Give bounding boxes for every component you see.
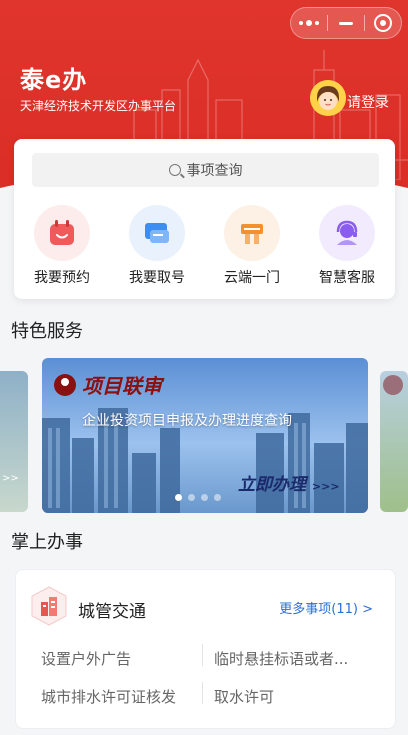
gate-icon: [224, 205, 280, 261]
carousel-dot[interactable]: [188, 494, 195, 501]
quick-action-take-number[interactable]: 我要取号: [117, 205, 197, 287]
search-placeholder: 事项查询: [186, 163, 243, 179]
city-management-icon: [31, 586, 67, 626]
carousel-dot[interactable]: [175, 494, 182, 501]
service-item[interactable]: 城市排水许可证核发: [41, 686, 176, 707]
carousel-dot[interactable]: [201, 494, 208, 501]
section-title-handheld: 掌上办事: [11, 532, 83, 553]
customer-service-icon: [319, 205, 375, 261]
section-title-featured: 特色服务: [11, 321, 83, 342]
close-miniprogram-button[interactable]: [365, 8, 401, 38]
app-brand: 泰e办: [20, 66, 88, 94]
category-title: 城管交通: [78, 602, 146, 622]
featured-banner[interactable]: 项目联审 企业投资项目申报及办理进度查询 立即办理 >>>: [42, 358, 368, 513]
banner-next-peek[interactable]: [380, 371, 408, 512]
more-menu-button[interactable]: [291, 8, 327, 38]
ticket-icon: [129, 205, 185, 261]
quick-action-label: 智慧客服: [319, 270, 375, 286]
banner-description: 企业投资项目申报及办理进度查询: [82, 413, 292, 429]
minimize-button[interactable]: [328, 8, 364, 38]
banner-cta-label: 立即办理: [238, 475, 306, 495]
login-link[interactable]: 请登录: [347, 92, 389, 112]
item-divider: [202, 644, 203, 666]
more-dots-icon: [299, 20, 319, 26]
banner-tag: 项目联审: [54, 370, 162, 399]
item-divider: [202, 682, 203, 704]
carousel-indicator: [175, 494, 221, 501]
search-icon: [168, 164, 181, 176]
banner-tag-label: 项目联审: [82, 374, 162, 398]
category-panel: 城管交通 更多事项(11) > 设置户外广告 临时悬挂标语或者... 城市排水许…: [15, 569, 396, 729]
carousel-dot[interactable]: [214, 494, 221, 501]
quick-action-label: 我要取号: [129, 270, 185, 286]
more-items-link[interactable]: 更多事项(11) >: [279, 598, 373, 617]
service-item[interactable]: 设置户外广告: [41, 648, 131, 669]
search-input[interactable]: 事项查询: [32, 153, 379, 187]
quick-action-appointment[interactable]: 我要预约: [22, 205, 102, 287]
avatar-face-icon: [310, 80, 346, 116]
quick-action-customer-service[interactable]: 智慧客服: [307, 205, 387, 287]
user-circle-icon: [54, 373, 76, 396]
quick-action-label: 云端一门: [224, 270, 280, 286]
calendar-icon: [34, 205, 90, 261]
avatar[interactable]: [310, 80, 346, 116]
quick-action-label: 我要预约: [34, 270, 90, 286]
banner-cta-arrows: >>>: [311, 480, 340, 493]
miniprogram-capsule: [290, 7, 402, 39]
service-item[interactable]: 取水许可: [214, 686, 274, 707]
banner-prev-peek[interactable]: >>: [0, 371, 28, 512]
banner-cta-button[interactable]: 立即办理 >>>: [238, 470, 340, 495]
service-card: 事项查询 我要预约 我要取号 云端一门 智慧客服: [14, 139, 395, 299]
close-target-icon: [374, 14, 392, 32]
service-item[interactable]: 临时悬挂标语或者...: [214, 648, 348, 669]
app-subtitle: 天津经济技术开发区办事平台: [20, 99, 177, 113]
quick-action-cloud-gate[interactable]: 云端一门: [212, 205, 292, 287]
minimize-icon: [339, 21, 353, 25]
